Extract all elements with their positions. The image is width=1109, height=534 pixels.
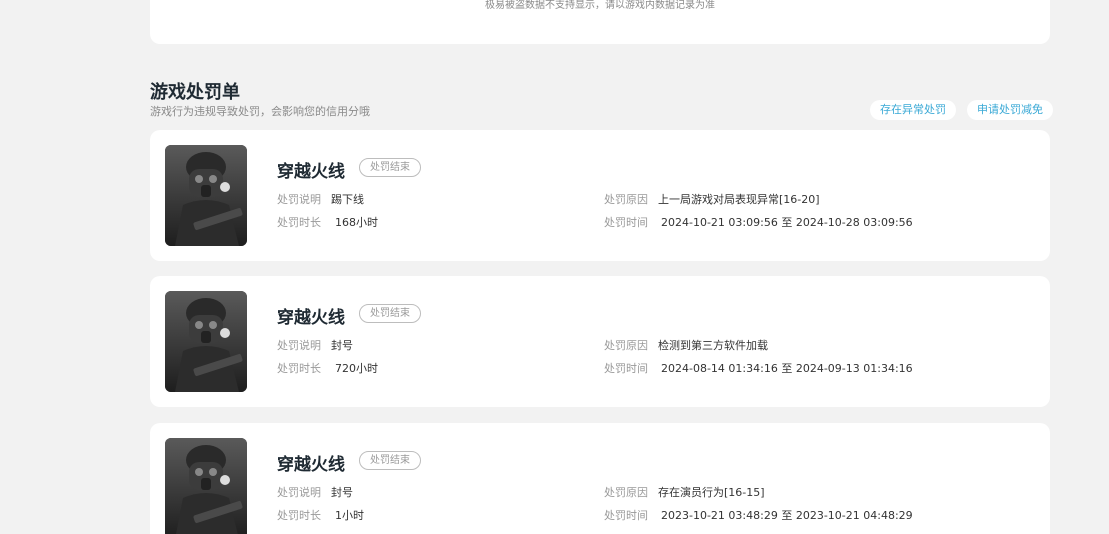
game-name: 穿越火线 bbox=[277, 162, 345, 182]
time-label: 处罚时间 bbox=[604, 216, 648, 229]
penalty-card[interactable]: 穿越火线 处罚结束 处罚说明 封号 处罚时长 720小时 处罚原因 检测到第三方… bbox=[150, 276, 1050, 407]
section-title: 游戏处罚单 bbox=[150, 82, 240, 103]
duration-label: 处罚时长 bbox=[277, 362, 321, 375]
notice-card: 极易被盗数据不支持显示，请以游戏内数据记录为准 bbox=[150, 0, 1050, 44]
game-avatar-image bbox=[165, 291, 247, 392]
duration-label: 处罚时长 bbox=[277, 509, 321, 522]
duration-value: 168小时 bbox=[335, 216, 378, 229]
reason-label: 处罚原因 bbox=[604, 339, 648, 352]
game-name: 穿越火线 bbox=[277, 455, 345, 475]
desc-value: 踢下线 bbox=[331, 193, 364, 206]
duration-label: 处罚时长 bbox=[277, 216, 321, 229]
desc-value: 封号 bbox=[331, 486, 353, 499]
penalty-card[interactable]: 穿越火线 处罚结束 处罚说明 封号 处罚时长 1小时 处罚原因 存在演员行为[1… bbox=[150, 423, 1050, 534]
time-label: 处罚时间 bbox=[604, 362, 648, 375]
time-value: 2024-08-14 01:34:16 至 2024-09-13 01:34:1… bbox=[661, 362, 913, 375]
reason-value: 检测到第三方软件加载 bbox=[658, 339, 768, 352]
desc-label: 处罚说明 bbox=[277, 193, 321, 206]
reason-label: 处罚原因 bbox=[604, 193, 648, 206]
duration-value: 720小时 bbox=[335, 362, 378, 375]
game-avatar-image bbox=[165, 438, 247, 534]
time-value: 2024-10-21 03:09:56 至 2024-10-28 03:09:5… bbox=[661, 216, 913, 229]
game-avatar-image bbox=[165, 145, 247, 246]
reason-value: 上一局游戏对局表现异常[16-20] bbox=[658, 193, 820, 206]
time-value: 2023-10-21 03:48:29 至 2023-10-21 04:48:2… bbox=[661, 509, 913, 522]
notice-text: 极易被盗数据不支持显示，请以游戏内数据记录为准 bbox=[485, 0, 715, 11]
duration-value: 1小时 bbox=[335, 509, 364, 522]
desc-value: 封号 bbox=[331, 339, 353, 352]
time-label: 处罚时间 bbox=[604, 509, 648, 522]
desc-label: 处罚说明 bbox=[277, 486, 321, 499]
penalty-card[interactable]: 穿越火线 处罚结束 处罚说明 踢下线 处罚时长 168小时 处罚原因 上一局游戏… bbox=[150, 130, 1050, 261]
status-badge: 处罚结束 bbox=[359, 304, 421, 323]
section-subtitle: 游戏行为违规导致处罚，会影响您的信用分哦 bbox=[150, 105, 370, 118]
reason-label: 处罚原因 bbox=[604, 486, 648, 499]
reason-value: 存在演员行为[16-15] bbox=[658, 486, 765, 499]
status-badge: 处罚结束 bbox=[359, 451, 421, 470]
game-name: 穿越火线 bbox=[277, 308, 345, 328]
status-badge: 处罚结束 bbox=[359, 158, 421, 177]
report-abnormal-button[interactable]: 存在异常处罚 bbox=[870, 100, 956, 120]
desc-label: 处罚说明 bbox=[277, 339, 321, 352]
apply-reduction-button[interactable]: 申请处罚减免 bbox=[967, 100, 1053, 120]
